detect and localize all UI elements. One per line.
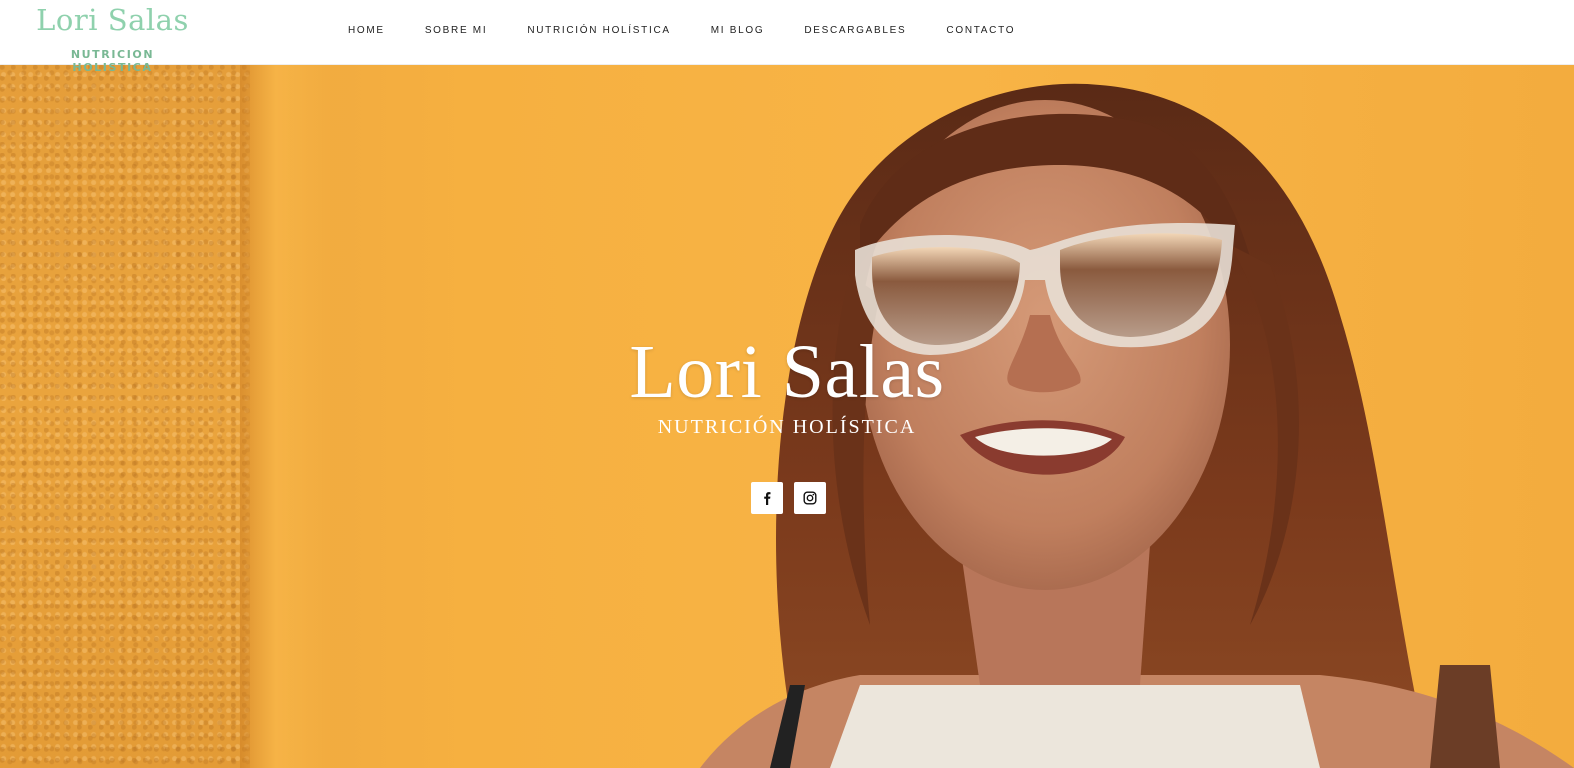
facebook-button[interactable] <box>751 482 783 514</box>
hero-title: Lori Salas <box>629 330 945 414</box>
main-nav: HOME SOBRE MI NUTRICIÓN HOLÍSTICA MI BLO… <box>348 25 1055 36</box>
facebook-icon <box>764 492 771 505</box>
instagram-icon <box>803 491 817 505</box>
nav-nutricion-holistica[interactable]: NUTRICIÓN HOLÍSTICA <box>527 25 670 36</box>
nav-mi-blog[interactable]: MI BLOG <box>711 25 765 36</box>
hero-subtitle: NUTRICIÓN HOLÍSTICA <box>657 416 917 438</box>
site-header: Lori Salas NUTRICION HOLISTICA HOME SOBR… <box>0 0 1574 74</box>
hero-section: Lori Salas NUTRICIÓN HOLÍSTICA <box>0 65 1574 768</box>
nav-sobre-mi[interactable]: SOBRE MI <box>425 25 488 36</box>
nav-contacto[interactable]: CONTACTO <box>946 25 1015 36</box>
instagram-button[interactable] <box>794 482 826 514</box>
hero-heading: Lori Salas NUTRICIÓN HOLÍSTICA <box>0 330 1574 439</box>
logo-name: Lori Salas <box>36 3 189 37</box>
social-links <box>751 482 826 514</box>
site-logo[interactable]: Lori Salas NUTRICION HOLISTICA <box>30 2 195 74</box>
nav-home[interactable]: HOME <box>348 25 385 36</box>
logo-tagline: NUTRICION HOLISTICA <box>70 48 155 74</box>
nav-descargables[interactable]: DESCARGABLES <box>804 25 906 36</box>
